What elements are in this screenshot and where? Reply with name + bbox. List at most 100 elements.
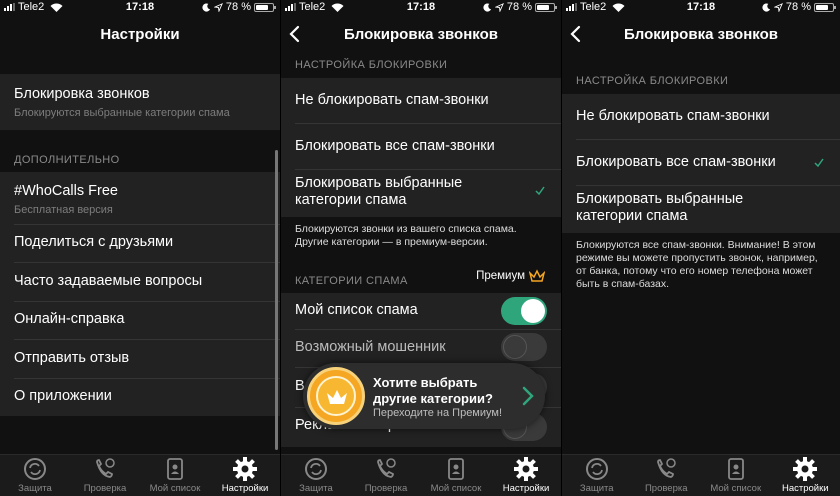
option-block-all[interactable]: Блокировать все спам-звонки	[281, 123, 561, 169]
checkmark-icon	[814, 158, 824, 168]
moon-icon	[762, 2, 771, 12]
status-bar: Tele2 17:18 78 %	[281, 0, 561, 14]
battery-percent: 78 %	[785, 1, 811, 13]
settings-item-online-help[interactable]: Онлайн-справка	[0, 301, 280, 339]
tab-label: Защита	[299, 483, 333, 494]
settings-item-feedback[interactable]: Отправить отзыв	[0, 339, 280, 378]
option-label: Блокировать все спам-звонки	[295, 138, 495, 154]
category-possible-fraud[interactable]: Возможный мошенник	[281, 329, 561, 367]
location-icon	[213, 2, 223, 12]
option-label: Блокировать все спам-звонки	[576, 154, 776, 170]
moon-icon	[202, 2, 211, 12]
contact-list-icon	[448, 458, 464, 480]
settings-item-label: Часто задаваемые вопросы	[14, 273, 203, 289]
phone-check-icon	[657, 458, 676, 478]
gear-icon	[793, 457, 818, 481]
blocking-footnote: Блокируются звонки из вашего списка спам…	[295, 223, 517, 248]
gear-icon	[514, 457, 538, 481]
page-title: Настройки	[100, 26, 180, 43]
page-title: Блокировка звонков	[344, 26, 498, 43]
tab-label: Защита	[579, 483, 614, 494]
tab-label: Настройки	[781, 483, 829, 494]
settings-item-faq[interactable]: Часто задаваемые вопросы	[0, 262, 280, 301]
nav-bar: Настройки	[0, 14, 280, 56]
blocking-footnote: Блокируются все спам-звонки. Внимание! В…	[576, 239, 818, 290]
option-block-selected[interactable]: Блокировать выбранные категории спама	[562, 185, 840, 233]
option-no-block[interactable]: Не блокировать спам-звонки	[562, 94, 840, 139]
settings-item-label: Блокировка звонков	[14, 86, 150, 102]
settings-item-label: Поделиться с друзьями	[14, 234, 174, 250]
section-header-extra: ДОПОЛНИТЕЛЬНО	[14, 154, 120, 166]
tab-settings[interactable]: Настройки	[491, 455, 561, 496]
gear-icon	[233, 457, 257, 481]
settings-item-sublabel: Бесплатная версия	[14, 204, 113, 216]
tab-settings[interactable]: Настройки	[210, 455, 280, 496]
tab-my-list[interactable]: Мой список	[701, 455, 771, 496]
shield-refresh-icon	[24, 458, 46, 480]
option-label: Блокировать выбранные категории спама	[576, 191, 744, 224]
contact-list-icon	[727, 458, 744, 480]
tab-my-list[interactable]: Мой список	[140, 455, 210, 496]
premium-crown-badge	[307, 367, 365, 425]
status-bar: Tele2 17:18 78 %	[0, 0, 280, 14]
premium-badge[interactable]: Премиум	[476, 269, 545, 283]
tab-check[interactable]: Проверка	[70, 455, 140, 496]
settings-item-share[interactable]: Поделиться с друзьями	[0, 224, 280, 262]
popup-title: Хотите выбрать другие категории?	[373, 375, 493, 406]
tab-protection[interactable]: Защита	[281, 455, 351, 496]
phone-check-icon	[96, 458, 115, 478]
tab-label: Проверка	[83, 483, 127, 494]
shield-refresh-icon	[585, 458, 608, 480]
popup-subtitle: Переходите на Премиум!	[373, 407, 503, 419]
nav-bar: Блокировка звонков	[562, 14, 840, 56]
section-header-categories: КАТЕГОРИИ СПАМА	[295, 275, 408, 287]
tab-settings[interactable]: Настройки	[771, 455, 840, 496]
tab-protection[interactable]: Защита	[562, 455, 632, 496]
option-no-block[interactable]: Не блокировать спам-звонки	[281, 78, 561, 123]
tab-check[interactable]: Проверка	[351, 455, 421, 496]
tab-bar: Защита Проверка Мой список Настройки	[562, 454, 840, 496]
checkmark-icon	[535, 186, 545, 196]
phone-check-icon	[377, 458, 396, 478]
battery-icon	[535, 2, 557, 12]
tab-check[interactable]: Проверка	[632, 455, 702, 496]
section-header-blocking: НАСТРОЙКА БЛОКИРОВКИ	[576, 75, 729, 87]
battery-percent: 78 %	[506, 1, 532, 13]
option-label: Не блокировать спам-звонки	[576, 108, 770, 124]
call-blocking-screen-selected: Tele2 17:18 78 % Блокировка звонков НАСТ…	[281, 0, 561, 496]
shield-refresh-icon	[305, 458, 327, 480]
tab-protection[interactable]: Защита	[0, 455, 70, 496]
tab-my-list[interactable]: Мой список	[421, 455, 491, 496]
tab-label: Настройки	[221, 483, 269, 494]
toggle-possible-fraud[interactable]	[501, 333, 547, 361]
settings-item-call-blocking[interactable]: Блокировка звонков Блокируются выбранные…	[0, 74, 280, 130]
battery-icon	[814, 2, 836, 12]
chevron-right-icon	[522, 386, 534, 406]
option-block-all[interactable]: Блокировать все спам-звонки	[562, 139, 840, 185]
settings-item-app-version[interactable]: #WhoCalls Free Бесплатная версия	[0, 172, 280, 224]
contact-list-icon	[167, 458, 183, 480]
page-title: Блокировка звонков	[624, 26, 778, 43]
settings-item-about[interactable]: О приложении	[0, 378, 280, 416]
call-blocking-screen-all: Tele2 17:18 78 % Блокировка звонков НАСТ…	[562, 0, 840, 496]
settings-screen: Tele2 17:18 78 % Настройки Блокировка зв…	[0, 0, 280, 496]
settings-item-sublabel: Блокируются выбранные категории спама	[14, 107, 230, 119]
settings-item-label: О приложении	[14, 388, 112, 404]
crown-icon	[327, 390, 347, 404]
scrollbar[interactable]	[275, 150, 278, 450]
tab-bar: Защита Проверка Мой список Настройки	[281, 454, 561, 496]
toggle-my-spam-list[interactable]	[501, 297, 547, 325]
nav-bar: Блокировка звонков	[281, 14, 561, 56]
tab-label: Защита	[18, 483, 52, 494]
option-label: Не блокировать спам-звонки	[295, 92, 489, 108]
option-label: Блокировать выбранные категории спама	[295, 175, 463, 208]
tab-label: Мой список	[710, 483, 762, 494]
location-icon	[494, 2, 504, 12]
tab-label: Проверка	[644, 483, 688, 494]
premium-popup[interactable]: Хотите выбрать другие категории? Переход…	[303, 363, 545, 429]
tab-bar: Защита Проверка Мой список Настройки	[0, 454, 280, 496]
category-my-spam-list[interactable]: Мой список спама	[281, 293, 561, 329]
option-block-selected[interactable]: Блокировать выбранные категории спама	[281, 169, 561, 217]
premium-label: Премиум	[476, 270, 525, 282]
settings-item-label: Онлайн-справка	[14, 311, 125, 327]
